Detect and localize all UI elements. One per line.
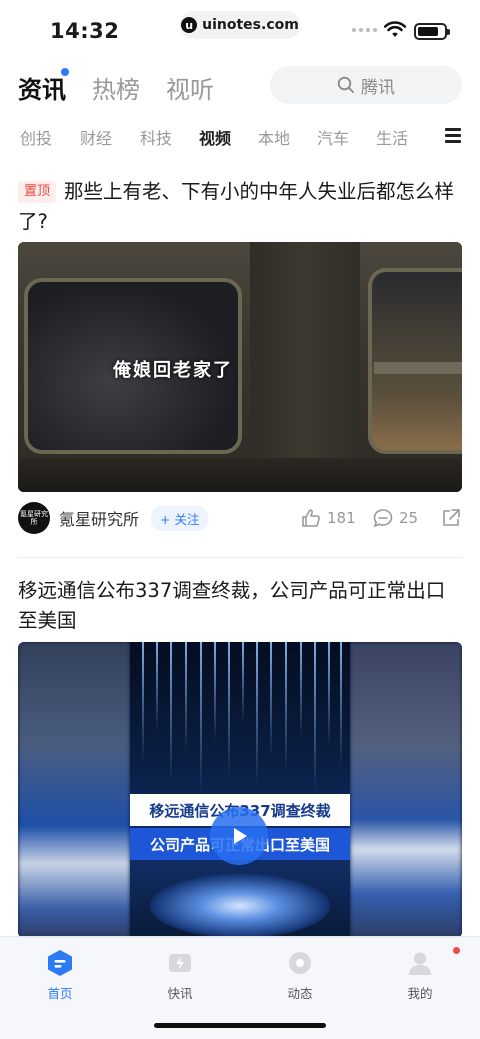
share-icon (443, 509, 460, 526)
thumbs-up-icon (302, 509, 320, 527)
comment-icon (373, 509, 393, 528)
video-frame: 移远通信公布337调查终裁 公司产品可正常出口至美国 (130, 642, 350, 938)
profile-icon (406, 947, 460, 977)
comment-count: 25 (399, 509, 419, 527)
article-title[interactable]: 置顶 那些上有老、下有小的中年人失业后都怎么样了? (18, 177, 462, 237)
category-local[interactable]: 本地 (258, 125, 290, 149)
pinned-badge: 置顶 (18, 181, 57, 203)
url-pill: u uinotes.com (180, 11, 300, 39)
author-name[interactable]: 氪星研究所 (59, 506, 139, 530)
article-video-thumbnail[interactable]: 移远通信公布337调查终裁 公司产品可正常出口至美国 (18, 642, 462, 938)
flash-news-icon (166, 949, 194, 977)
feed-icon (286, 949, 314, 977)
notification-dot (453, 947, 460, 954)
category-life[interactable]: 生活 (376, 125, 408, 149)
bottom-tab-bar: 首页 快讯 动态 我的 (0, 936, 480, 1039)
tab-label: 快讯 (167, 986, 193, 1001)
tab-label: 我的 (407, 986, 433, 1001)
battery-icon (414, 23, 450, 40)
play-icon (234, 828, 247, 844)
category-tech[interactable]: 科技 (140, 125, 172, 149)
comment-button[interactable]: 25 (372, 507, 418, 529)
category-auto[interactable]: 汽车 (317, 125, 349, 149)
top-nav: 资讯 热榜 视听 腾讯 (0, 62, 480, 110)
search-placeholder: 腾讯 (361, 77, 395, 98)
follow-button[interactable]: + 关注 (151, 505, 209, 531)
tab-notification-dot (59, 66, 71, 78)
avatar[interactable]: 氪星研究所 (18, 502, 50, 534)
category-finance[interactable]: 财经 (80, 125, 112, 149)
article-meta: 氪星研究所 氪星研究所 + 关注 181 25 (18, 500, 462, 536)
article-divider (18, 557, 462, 558)
tab-flash-news[interactable]: 快讯 (140, 949, 220, 1002)
wifi-icon (384, 21, 406, 37)
video-subtitle: 俺娘回老家了 (113, 360, 233, 381)
category-venture[interactable]: 创投 (20, 125, 52, 149)
site-logo-icon: u (181, 17, 198, 33)
status-time: 14:32 (50, 19, 120, 43)
article-title-text: 那些上有老、下有小的中年人失业后都怎么样了? (18, 180, 455, 233)
article-video-thumbnail[interactable]: 俺娘回老家了 (18, 242, 462, 492)
cellular-signal-icon (352, 28, 377, 32)
tab-profile[interactable]: 我的 (380, 947, 460, 1002)
share-button[interactable] (440, 507, 467, 529)
tab-label: 动态 (287, 986, 313, 1001)
article-title-text: 移远通信公布337调查终裁，公司产品可正常出口至美国 (18, 579, 446, 632)
train-window (368, 268, 462, 454)
category-bar: 创投 财经 科技 视频 本地 汽车 生活 (0, 121, 480, 151)
status-bar: 14:32 u uinotes.com (0, 0, 480, 62)
category-video[interactable]: 视频 (199, 125, 231, 149)
tab-hot-list[interactable]: 热榜 (92, 70, 140, 105)
home-indicator[interactable] (154, 1023, 326, 1028)
url-text: uinotes.com (202, 17, 299, 33)
tab-feed[interactable]: 动态 (260, 949, 340, 1002)
home-icon (46, 949, 74, 977)
search-input[interactable]: 腾讯 (270, 66, 462, 104)
like-count: 181 (327, 509, 356, 527)
article-title[interactable]: 移远通信公布337调查终裁，公司产品可正常出口至美国 (18, 576, 462, 636)
tab-audio-video[interactable]: 视听 (166, 70, 214, 105)
search-icon (337, 76, 354, 93)
menu-icon[interactable] (445, 128, 461, 143)
tab-home[interactable]: 首页 (20, 949, 100, 1002)
tab-news[interactable]: 资讯 (18, 70, 66, 105)
play-button[interactable] (210, 807, 268, 865)
tab-label: 首页 (47, 986, 73, 1001)
like-button[interactable]: 181 (300, 507, 356, 529)
